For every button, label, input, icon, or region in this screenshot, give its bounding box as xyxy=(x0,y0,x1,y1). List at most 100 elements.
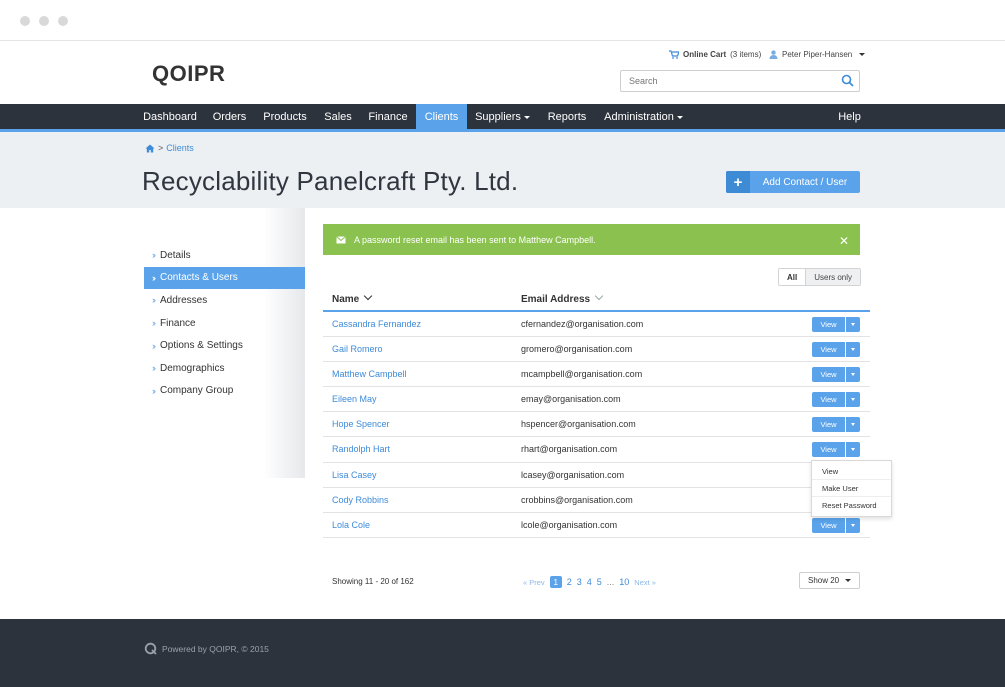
window-maximize-dot[interactable] xyxy=(58,16,68,26)
page-link[interactable]: 2 xyxy=(567,577,572,587)
cart-label: Online Cart xyxy=(683,50,727,59)
user-menu[interactable]: Peter Piper-Hansen xyxy=(769,50,866,59)
top-bar: QOIPR Online Cart (3 items) Peter Piper-… xyxy=(0,41,1005,104)
page-link[interactable]: 10 xyxy=(619,577,629,587)
add-contact-user-button[interactable]: + Add Contact / User xyxy=(726,171,860,193)
browser-chrome xyxy=(0,0,1005,41)
page-link[interactable]: 3 xyxy=(577,577,582,587)
nav-products[interactable]: Products xyxy=(256,104,314,129)
sidebar-item-company-group[interactable]: ›› Company Group xyxy=(144,380,305,403)
filter-users-only-button[interactable]: Users only xyxy=(806,269,861,285)
double-chevron-right-icon: ›› xyxy=(152,363,156,374)
plus-icon: + xyxy=(726,171,750,193)
contact-email: crobbins@organisation.com xyxy=(521,494,633,505)
cart-count: (3 items) xyxy=(730,50,762,59)
breadcrumb-clients-link[interactable]: Clients xyxy=(166,143,194,153)
pagination: « Prev 1 2 3 4 5 ... 10 Next » xyxy=(523,576,656,588)
page-link[interactable]: 4 xyxy=(587,577,592,587)
prev-page-link[interactable]: « Prev xyxy=(523,578,545,587)
nav-suppliers[interactable]: Suppliers xyxy=(470,104,535,129)
contact-name-link[interactable]: Randolph Hart xyxy=(332,444,390,454)
filter-all-button[interactable]: All xyxy=(779,269,807,285)
sort-chevron-down-icon xyxy=(594,291,604,301)
view-button[interactable]: View xyxy=(812,392,845,408)
double-chevron-right-icon: ›› xyxy=(152,385,156,396)
view-button[interactable]: View xyxy=(812,442,845,458)
double-chevron-right-icon: ›› xyxy=(152,250,156,261)
contact-name-link[interactable]: Lisa Casey xyxy=(332,470,377,480)
search-input[interactable] xyxy=(621,71,821,91)
contact-email: hspencer@organisation.com xyxy=(521,419,636,430)
contact-email: rhart@organisation.com xyxy=(521,444,618,455)
sidebar-item-addresses[interactable]: ›› Addresses xyxy=(144,289,305,312)
double-chevron-right-icon: ›› xyxy=(152,272,156,283)
footer: Powered by QOIPR, © 2015 xyxy=(0,619,1005,687)
view-button[interactable]: View xyxy=(812,367,845,383)
nav-orders[interactable]: Orders xyxy=(206,104,253,129)
nav-clients[interactable]: Clients xyxy=(416,104,467,129)
logo[interactable]: QOIPR xyxy=(152,61,225,87)
sidebar-item-details[interactable]: ›› Details xyxy=(144,244,305,267)
double-chevron-right-icon: ›› xyxy=(152,340,156,351)
column-header-email[interactable]: Email Address xyxy=(521,291,604,305)
contact-name-link[interactable]: Matthew Campbell xyxy=(332,369,407,379)
actions-dropdown-toggle[interactable] xyxy=(846,517,860,533)
actions-dropdown-toggle[interactable] xyxy=(846,317,860,332)
page-size-value: Show 20 xyxy=(808,576,840,585)
close-icon[interactable]: ✕ xyxy=(839,234,849,248)
table-row: Lisa Casey lcasey@organisation.com xyxy=(323,463,870,488)
view-button[interactable]: View xyxy=(812,342,845,358)
table-row: Cassandra Fernandez cfernandez@organisati… xyxy=(323,312,870,338)
sidebar-item-contacts-users[interactable]: ›› Contacts & Users xyxy=(144,266,305,290)
contact-email: cfernandez@organisation.com xyxy=(521,319,644,329)
sidebar-item-label: Details xyxy=(160,249,191,261)
nav-sales[interactable]: Sales xyxy=(318,104,358,129)
page-link[interactable]: 5 xyxy=(597,577,602,587)
page-header: > Clients Recyclability Panelcraft Pty. … xyxy=(0,132,1005,208)
contact-name-link[interactable]: Cassandra Fernandez xyxy=(332,319,421,329)
window-minimize-dot[interactable] xyxy=(39,16,49,26)
prev-label: Prev xyxy=(529,577,545,587)
contact-name-link[interactable]: Lola Cole xyxy=(332,520,370,530)
menu-item-make-user[interactable]: Make User xyxy=(812,480,891,497)
nav-reports[interactable]: Reports xyxy=(541,104,593,129)
contact-email: emay@organisation.com xyxy=(521,394,621,405)
sidebar-item-label: Contacts & Users xyxy=(160,272,238,284)
actions-dropdown-toggle[interactable] xyxy=(846,367,860,383)
sidebar-item-finance[interactable]: ›› Finance xyxy=(144,312,305,335)
contact-name-link[interactable]: Gail Romero xyxy=(332,344,383,354)
sidebar-item-label: Company Group xyxy=(160,385,234,397)
view-button[interactable]: View xyxy=(812,317,845,332)
window-close-dot[interactable] xyxy=(20,16,30,26)
view-button[interactable]: View xyxy=(812,417,845,433)
search-icon[interactable] xyxy=(841,74,854,87)
sidebar-item-options-settings[interactable]: ›› Options & Settings xyxy=(144,334,305,357)
sort-chevron-down-icon xyxy=(364,291,373,301)
contact-email: gromero@organisation.com xyxy=(521,344,633,355)
contact-name-link[interactable]: Eileen May xyxy=(332,394,377,404)
nav-help[interactable]: Help xyxy=(831,104,868,129)
actions-dropdown-toggle[interactable] xyxy=(846,417,860,433)
actions-dropdown-toggle[interactable] xyxy=(846,392,860,408)
page-size-select[interactable]: Show 20 xyxy=(799,572,860,589)
actions-dropdown-toggle[interactable] xyxy=(846,342,860,358)
menu-item-reset-password[interactable]: Reset Password xyxy=(812,497,891,514)
nav-administration[interactable]: Administration xyxy=(598,104,689,129)
page-link-current[interactable]: 1 xyxy=(549,576,562,588)
next-page-link[interactable]: Next » xyxy=(634,578,656,587)
online-cart[interactable]: Online Cart (3 items) xyxy=(669,50,761,59)
contact-name-link[interactable]: Hope Spencer xyxy=(332,419,390,429)
contact-name-link[interactable]: Cody Robbins xyxy=(332,495,389,505)
column-header-name[interactable]: Name xyxy=(332,291,373,305)
view-button-group: View xyxy=(812,367,860,383)
nav-dashboard[interactable]: Dashboard xyxy=(136,104,204,129)
home-icon[interactable] xyxy=(145,144,155,153)
results-count: Showing 11 - 20 of 162 xyxy=(332,577,414,586)
nav-finance[interactable]: Finance xyxy=(363,104,413,129)
view-button-group: View xyxy=(812,317,860,332)
actions-dropdown-toggle[interactable] xyxy=(846,442,860,458)
view-button[interactable]: View xyxy=(812,517,845,533)
sidebar-item-demographics[interactable]: ›› Demographics xyxy=(144,357,305,380)
table-row: Hope Spencer hspencer@organisation.com Vie… xyxy=(323,412,870,438)
menu-item-view[interactable]: View xyxy=(812,463,891,480)
